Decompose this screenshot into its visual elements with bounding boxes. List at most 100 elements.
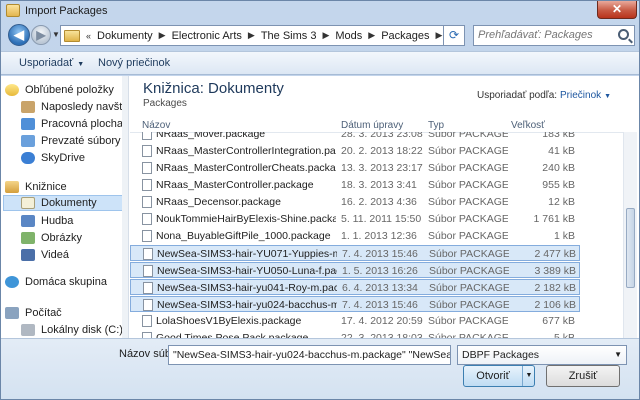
sidebar-item-dokumenty[interactable]: Dokumenty [3,195,128,211]
file-date: 5. 11. 2011 15:50 [341,213,422,225]
sidebar-favorites[interactable]: Obľúbené položky [5,82,128,98]
downloads-icon [21,135,35,147]
sidebar-item-desktop[interactable]: Pracovná plocha [21,116,128,132]
sidebar-computer[interactable]: Počítač [5,305,128,321]
close-button[interactable]: ✕ [597,1,637,19]
breadcrumb-the-sims-3[interactable]: The Sims 3 [261,30,317,42]
open-label: Otvoriť [476,370,510,382]
drive-icon [21,324,35,336]
chevron-right-icon[interactable]: ▶ [322,30,329,41]
file-row[interactable]: NRaas_MasterControllerCheats.package 13. … [130,160,580,176]
chevron-down-icon: ▼ [614,350,622,359]
desktop-icon [21,118,35,130]
scrollbar-thumb[interactable] [626,208,635,288]
pictures-icon [21,232,35,244]
sidebar-item-pictures[interactable]: Obrázky [21,230,128,246]
sidebar-item-music[interactable]: Hudba [21,213,128,229]
file-type-select[interactable]: DBPF Packages ▼ [457,345,627,365]
file-row[interactable]: LolaShoesV1ByElexis.package 17. 4. 2012 2… [130,313,580,329]
file-row[interactable]: NRaas_Decensor.package 16. 2. 2013 4:36 Sú… [130,194,580,210]
sidebar-label: Videá [41,249,69,261]
search-box[interactable] [473,25,635,46]
search-icon[interactable] [618,29,629,40]
column-type[interactable]: Typ [428,120,444,131]
sidebar-label: Hudba [41,215,74,227]
file-row[interactable]: NRaas_MasterControllerIntegration.packag… [130,143,580,159]
file-row[interactable]: NewSea-SIMS3-hair-YU071-Yuppies-m.packag… [130,245,580,261]
library-icon [5,181,19,193]
breadcrumb-dokumenty[interactable]: Dokumenty [97,30,153,42]
search-input[interactable] [478,29,614,41]
file-icon [142,145,152,157]
file-type: Súbor PACKAGE [429,265,509,277]
file-row[interactable]: Nona_BuyableGiftPile_1000.package 1. 1. 2… [130,228,580,244]
chevron-right-icon[interactable]: ▶ [368,30,375,41]
sidebar-label: Počítač [25,307,62,319]
arrange-by-value: Priečinok [560,90,602,101]
sidebar-item-videos[interactable]: Videá [21,247,128,263]
chevron-right-icon[interactable]: ▶ [248,30,255,41]
sidebar-item-downloads[interactable]: Prevzaté súbory [21,133,128,149]
file-type: Súbor PACKAGE [429,282,509,294]
file-date: 17. 4. 2012 20:59 [341,315,423,327]
file-name: NRaas_Decensor.package [156,196,281,208]
sidebar-homegroup[interactable]: Domáca skupina [5,274,128,290]
documents-icon [21,197,35,209]
forward-button[interactable]: ▶ [31,25,51,45]
file-row[interactable]: NRaas_Mover.package 28. 3. 2013 23:08 Súbo… [130,132,580,142]
file-icon [143,299,153,311]
breadcrumb-electronic-arts[interactable]: Electronic Arts [172,30,242,42]
sidebar-item-recent[interactable]: Naposledy navšt [21,99,128,115]
arrange-by-dropdown[interactable]: Priečinok ▼ [560,90,611,101]
breadcrumb-overflow[interactable]: « [86,31,91,41]
homegroup-icon [5,276,19,288]
file-date: 1. 1. 2013 12:36 [341,230,417,242]
file-row[interactable]: NRaas_MasterController.package 18. 3. 201… [130,177,580,193]
file-row[interactable]: NoukTommieHairByElexis-Shine.package 5. 1… [130,211,580,227]
window-title: Import Packages [25,5,108,17]
file-date: 28. 3. 2013 23:08 [341,132,423,140]
file-row[interactable]: NewSea-SIMS3-hair-yu041-Roy-m.package 6. … [130,279,580,295]
sidebar-libraries[interactable]: Knižnice [5,179,128,195]
file-name: NewSea-SIMS3-hair-yu024-bacchus-m.packag… [157,299,337,311]
refresh-button[interactable]: ⟳ [443,25,465,46]
file-icon [142,213,152,225]
dialog-footer: Názov súboru: "NewSea-SIMS3-hair-yu024-b… [1,338,639,399]
cancel-button[interactable]: Zrušiť [546,365,620,387]
organize-menu[interactable]: Usporiadať ▼ [19,57,84,69]
sidebar-scrollbar[interactable] [122,76,128,338]
column-name[interactable]: Názov [142,120,170,131]
chevron-right-icon[interactable]: ▶ [436,30,443,41]
new-folder-button[interactable]: Nový priečinok [98,57,170,69]
sidebar-item-skydrive[interactable]: SkyDrive [21,150,128,166]
back-button[interactable]: ◀ [8,24,30,46]
file-date: 20. 2. 2013 18:22 [341,145,423,157]
file-row[interactable]: NewSea-SIMS3-hair-YU050-Luna-f.package 1.… [130,262,580,278]
open-dropdown-arrow[interactable]: ▼ [522,366,535,386]
breadcrumb-packages[interactable]: Packages [381,30,429,42]
file-name: LolaShoesV1ByElexis.package [156,315,302,327]
file-type: Súbor PACKAGE [428,145,508,157]
videos-icon [21,249,35,261]
column-size[interactable]: Veľkosť [511,120,545,131]
vertical-scrollbar[interactable] [623,132,637,338]
file-row[interactable]: Good Times Pose Pack.package 22. 3. 2013 … [130,330,580,338]
file-icon [142,132,152,140]
sidebar-item-local-disk[interactable]: Lokálny disk (C:) [21,322,128,338]
filename-field[interactable]: "NewSea-SIMS3-hair-yu024-bacchus-m.packa… [168,345,451,365]
open-button[interactable]: Otvoriť ▼ [463,365,535,387]
breadcrumb-mods[interactable]: Mods [335,30,362,42]
file-type: Súbor PACKAGE [428,230,508,242]
sidebar-label: Lokálny disk (C:) [41,324,123,336]
file-date: 18. 3. 2013 3:41 [341,179,417,191]
file-size: 677 kB [542,315,575,327]
file-date: 7. 4. 2013 15:46 [342,299,418,311]
file-row[interactable]: NewSea-SIMS3-hair-yu024-bacchus-m.packag… [130,296,580,312]
history-dropdown-icon[interactable]: ▼ [52,30,60,39]
chevron-right-icon[interactable]: ▶ [159,30,166,41]
file-type: Súbor PACKAGE [428,132,508,140]
address-bar[interactable]: « Dokumenty ▶ Electronic Arts ▶ The Sims… [60,25,463,46]
file-type: Súbor PACKAGE [429,299,509,311]
navigation-pane: Obľúbené položky Naposledy navšt Pracovn… [1,76,129,338]
column-date[interactable]: Dátum úpravy [341,120,403,131]
